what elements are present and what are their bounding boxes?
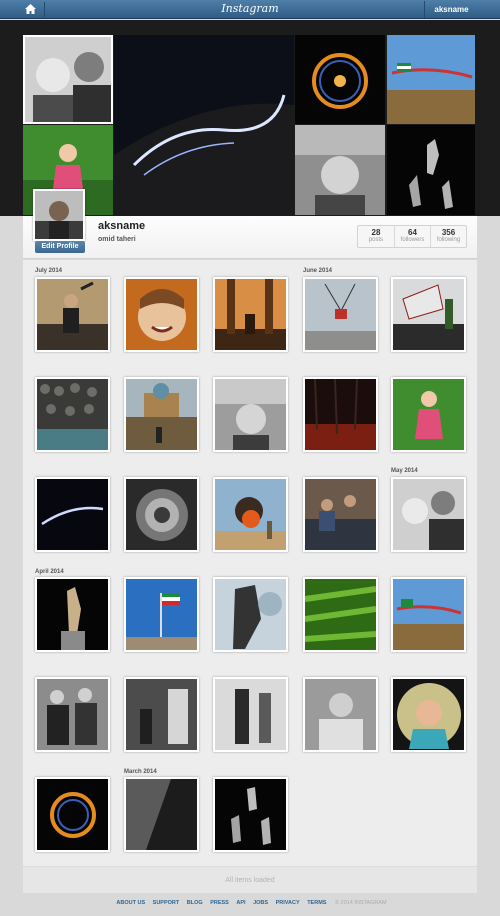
feed-photo[interactable]: [303, 377, 378, 452]
feed-photo[interactable]: [213, 777, 288, 852]
footer: ABOUT US SUPPORT BLOG PRESS API JOBS PRI…: [0, 900, 500, 912]
feed-photo[interactable]: [124, 477, 199, 552]
footer-link-blog[interactable]: BLOG: [187, 900, 203, 906]
photo-feed: July 2014 June 2014 May 2014 April 2014 …: [23, 260, 477, 866]
feed-photo[interactable]: [124, 777, 199, 852]
copyright: © 2014 INSTAGRAM: [334, 900, 387, 906]
feed-photo[interactable]: [35, 377, 110, 452]
footer-link-privacy[interactable]: PRIVACY: [276, 900, 300, 906]
feed-photo[interactable]: [391, 277, 466, 352]
feed-photo[interactable]: [124, 277, 199, 352]
profile-stats: 28 posts 64 followers 356 following: [357, 225, 467, 248]
feed-photo[interactable]: [391, 577, 466, 652]
feed-photo[interactable]: [213, 577, 288, 652]
month-label: June 2014: [303, 268, 333, 274]
nav-user-menu[interactable]: aksname: [424, 1, 478, 18]
footer-link-api[interactable]: API: [236, 900, 245, 906]
feed-status: All items loaded: [23, 866, 477, 893]
cover-photo[interactable]: [295, 125, 385, 215]
feed-photo[interactable]: [213, 277, 288, 352]
edit-profile-button[interactable]: Edit Profile: [35, 241, 85, 253]
cover-photo[interactable]: [387, 35, 475, 124]
footer-link-terms[interactable]: TERMS: [307, 900, 326, 906]
feed-photo[interactable]: [213, 677, 288, 752]
posts-count[interactable]: 28 posts: [358, 226, 394, 247]
footer-link-press[interactable]: PRESS: [210, 900, 229, 906]
feed-photo[interactable]: [303, 577, 378, 652]
month-label: March 2014: [124, 769, 157, 775]
followers-count[interactable]: 64 followers: [394, 226, 430, 247]
feed-photo[interactable]: [124, 677, 199, 752]
cover-photo[interactable]: [295, 35, 385, 124]
footer-link-jobs[interactable]: JOBS: [253, 900, 268, 906]
feed-photo[interactable]: [391, 477, 466, 552]
feed-photo[interactable]: [391, 677, 466, 752]
profile-username: aksname: [98, 220, 146, 232]
feed-photo[interactable]: [303, 677, 378, 752]
feed-photo[interactable]: [35, 477, 110, 552]
feed-photo[interactable]: [124, 577, 199, 652]
profile-header: Edit Profile aksname omid taheri 28 posts…: [23, 189, 477, 259]
footer-link-support[interactable]: SUPPORT: [153, 900, 180, 906]
feed-photo[interactable]: [35, 777, 110, 852]
top-nav: Instagram aksname: [0, 0, 500, 19]
feed-photo[interactable]: [213, 377, 288, 452]
feed-photo[interactable]: [303, 477, 378, 552]
cover-photo[interactable]: [387, 125, 475, 215]
feed-photo[interactable]: [35, 577, 110, 652]
month-label: April 2014: [35, 569, 64, 575]
avatar[interactable]: [33, 189, 85, 241]
feed-photo[interactable]: [35, 677, 110, 752]
feed-photo[interactable]: [124, 377, 199, 452]
month-label: May 2014: [391, 468, 418, 474]
feed-photo[interactable]: [35, 277, 110, 352]
cover-photo[interactable]: [23, 35, 113, 124]
profile-full-name: omid taheri: [98, 236, 136, 243]
feed-photo[interactable]: [391, 377, 466, 452]
feed-photo[interactable]: [213, 477, 288, 552]
footer-link-about-us[interactable]: ABOUT US: [116, 900, 145, 906]
cover-photo[interactable]: [114, 35, 294, 215]
profile-cover: [0, 20, 500, 216]
feed-photo[interactable]: [303, 277, 378, 352]
following-count[interactable]: 356 following: [430, 226, 466, 247]
month-label: July 2014: [35, 268, 63, 274]
